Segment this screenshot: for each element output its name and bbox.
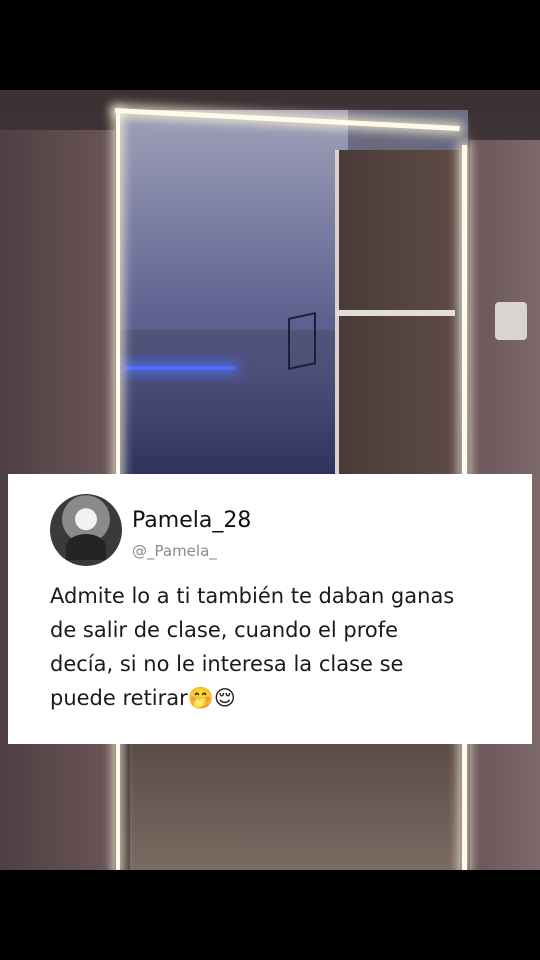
wardrobe-shelf [335,310,455,316]
avatar-figure [66,534,106,560]
bottom-letterbox [0,870,540,960]
reflected-ceiling [118,110,348,330]
blue-led-strip [125,366,235,370]
user-handle[interactable]: @_Pamela_ [132,542,217,560]
tweet-card: Pamela_28 @_Pamela_ Admite lo a ti tambi… [8,474,532,744]
tweet-text: Admite lo a ti también te daban ganas de… [50,584,455,710]
profile-avatar[interactable] [50,494,122,566]
picture-frame [288,312,316,370]
wall-plug [495,302,527,340]
top-letterbox [0,0,540,90]
reflected-floor [130,740,460,870]
display-name[interactable]: Pamela_28 [132,508,251,533]
